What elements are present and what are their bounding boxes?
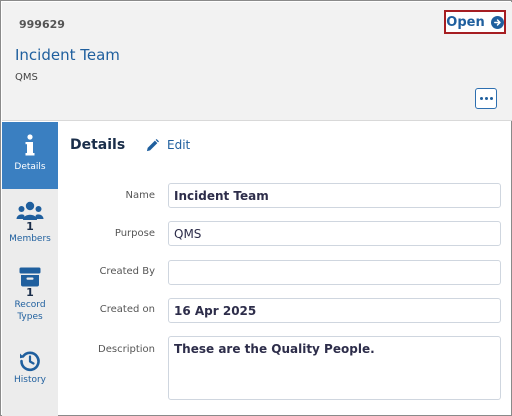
ellipsis-dot [489,97,493,100]
history-icon [20,351,40,372]
sidebar-item-label-line2: Types [17,312,43,322]
record-subtitle: QMS [15,72,38,83]
sidebar-item-label-line1: Record [14,300,46,310]
edit-label: Edit [167,138,191,152]
record-title: Incident Team [15,46,120,64]
users-icon [16,201,44,220]
ellipsis-icon [479,97,483,100]
pencil-icon [146,138,159,151]
sidebar-item-members[interactable]: 1 Members [2,201,58,251]
record-types-count: 1 [26,286,34,299]
created-by-label: Created By [99,266,155,277]
record-panel: 999629 Open Incident Team QMS Details 1 … [0,0,512,416]
purpose-field[interactable]: QMS [168,221,501,246]
description-label: Description [98,344,155,355]
record-id: 999629 [19,18,65,31]
name-label: Name [125,190,155,201]
ellipsis-dot [484,97,488,100]
created-on-label: Created on [99,304,155,315]
info-icon [25,134,35,156]
sidebar-item-label: History [13,375,47,385]
more-options-button[interactable] [475,88,497,109]
record-header: 999629 Open Incident Team QMS [2,2,512,121]
name-field[interactable]: Incident Team [168,183,501,208]
details-heading: Details [70,137,126,153]
description-field[interactable]: These are the Quality People. [168,336,501,400]
archive-box-icon [19,267,41,287]
sidebar-item-details[interactable]: Details [2,122,58,189]
sidebar-item-label: Details [14,162,46,172]
sidebar-item-history[interactable]: History [2,350,58,390]
open-button-label: Open [446,14,485,30]
members-count: 1 [26,220,34,233]
arrow-right-circle-icon [490,15,504,29]
open-button[interactable]: Open [444,10,506,34]
edit-button[interactable]: Edit [146,138,190,152]
created-on-field[interactable]: 16 Apr 2025 [168,298,501,323]
purpose-label: Purpose [114,228,155,239]
created-by-field[interactable] [168,260,501,285]
